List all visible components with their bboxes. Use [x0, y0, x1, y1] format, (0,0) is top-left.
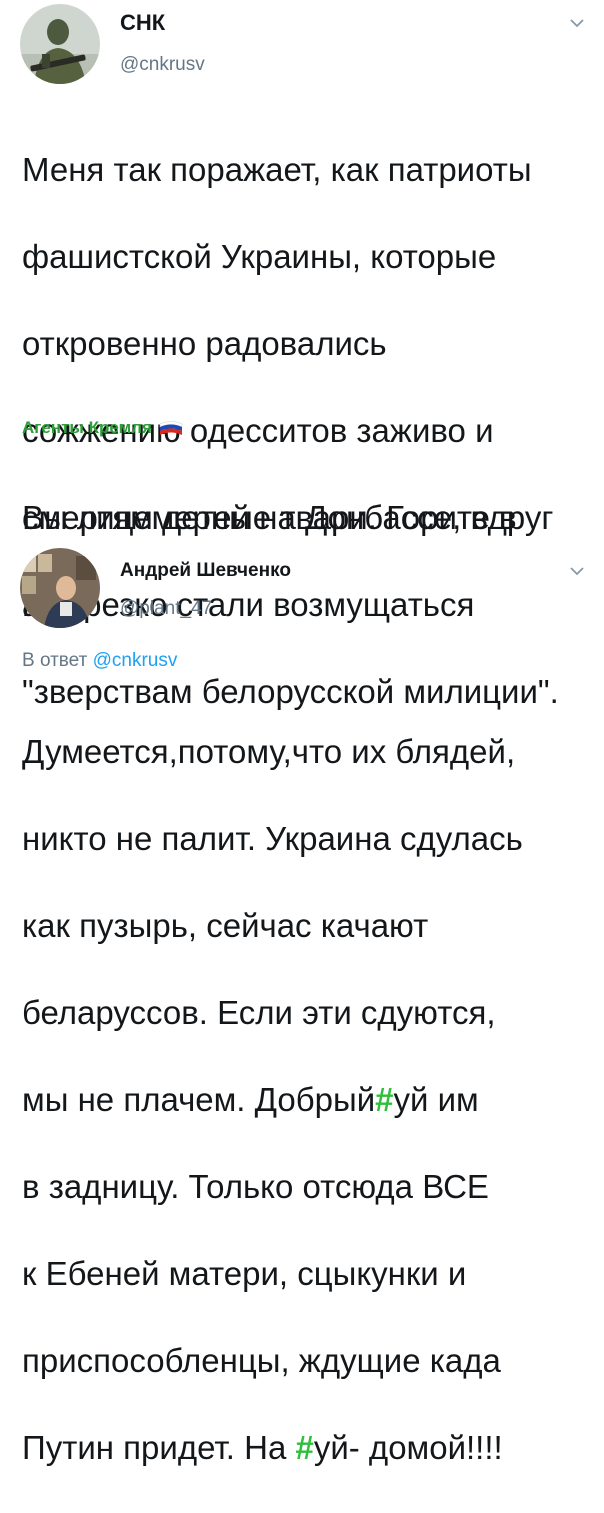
text-line: откровенно радовались [22, 324, 387, 362]
text-line: к Ебеней матери, сцыкунки и [22, 1254, 467, 1292]
text-line: Путин придет. На #уй- домой!!!! [22, 1426, 592, 1470]
hashtag-glyph[interactable]: # [295, 1429, 313, 1466]
reply-to-line: В ответ @cnkrusv [22, 650, 177, 672]
text-fragment: уй им [393, 1080, 479, 1118]
chevron-down-icon[interactable] [568, 562, 586, 580]
text-fragment: уй- домой!!!! [313, 1428, 503, 1466]
reply-prefix: В ответ [22, 650, 88, 671]
text-fragment: мы не плачем. Добрый [22, 1080, 376, 1118]
text-line: в задницу. Только отсюда ВСЕ [22, 1167, 489, 1205]
tweet-1: СНК @cnkrusv Меня так поражает, как патр… [0, 0, 604, 710]
tag-text: Агенты Кремля [22, 418, 152, 437]
text-fragment: Путин придет. На [22, 1428, 296, 1466]
display-name[interactable]: СНК [120, 10, 165, 36]
tag-line: Агенты Кремля [22, 418, 184, 438]
avatar[interactable] [20, 4, 100, 84]
username[interactable]: @cnkrusv [120, 54, 205, 76]
text-line: Меня так поражает, как патриоты [22, 150, 532, 188]
text-line: фашистской Украины, которые [22, 237, 497, 275]
display-name[interactable]: Андрей Шевченко [120, 560, 291, 582]
russian-flag-icon [159, 421, 183, 435]
text-line: никто не палит. Украина сдулась [22, 819, 523, 857]
text-line: Думеется,потому,что их блядей, [22, 732, 516, 770]
reply-handle-link[interactable]: @cnkrusv [93, 650, 178, 671]
chevron-down-icon[interactable] [568, 14, 586, 32]
username[interactable]: @plant_47 [120, 598, 212, 620]
text-line: как пузырь, сейчас качают [22, 906, 429, 944]
text-line: Вы лицемерные твари. Горите в [22, 498, 517, 536]
avatar[interactable] [20, 548, 100, 628]
text-line: приспособленцы, ждущие када [22, 1341, 501, 1379]
tweet-text: Думеется,потому,что их блядей, никто не … [22, 686, 592, 1513]
tweet-2: Андрей Шевченко @plant_47 В ответ @cnkru… [0, 540, 604, 1466]
text-line: мы не плачем. Добрый#уй им [22, 1078, 592, 1122]
text-line: беларуссов. Если эти сдуются, [22, 993, 496, 1031]
hashtag-glyph[interactable]: # [375, 1081, 393, 1118]
